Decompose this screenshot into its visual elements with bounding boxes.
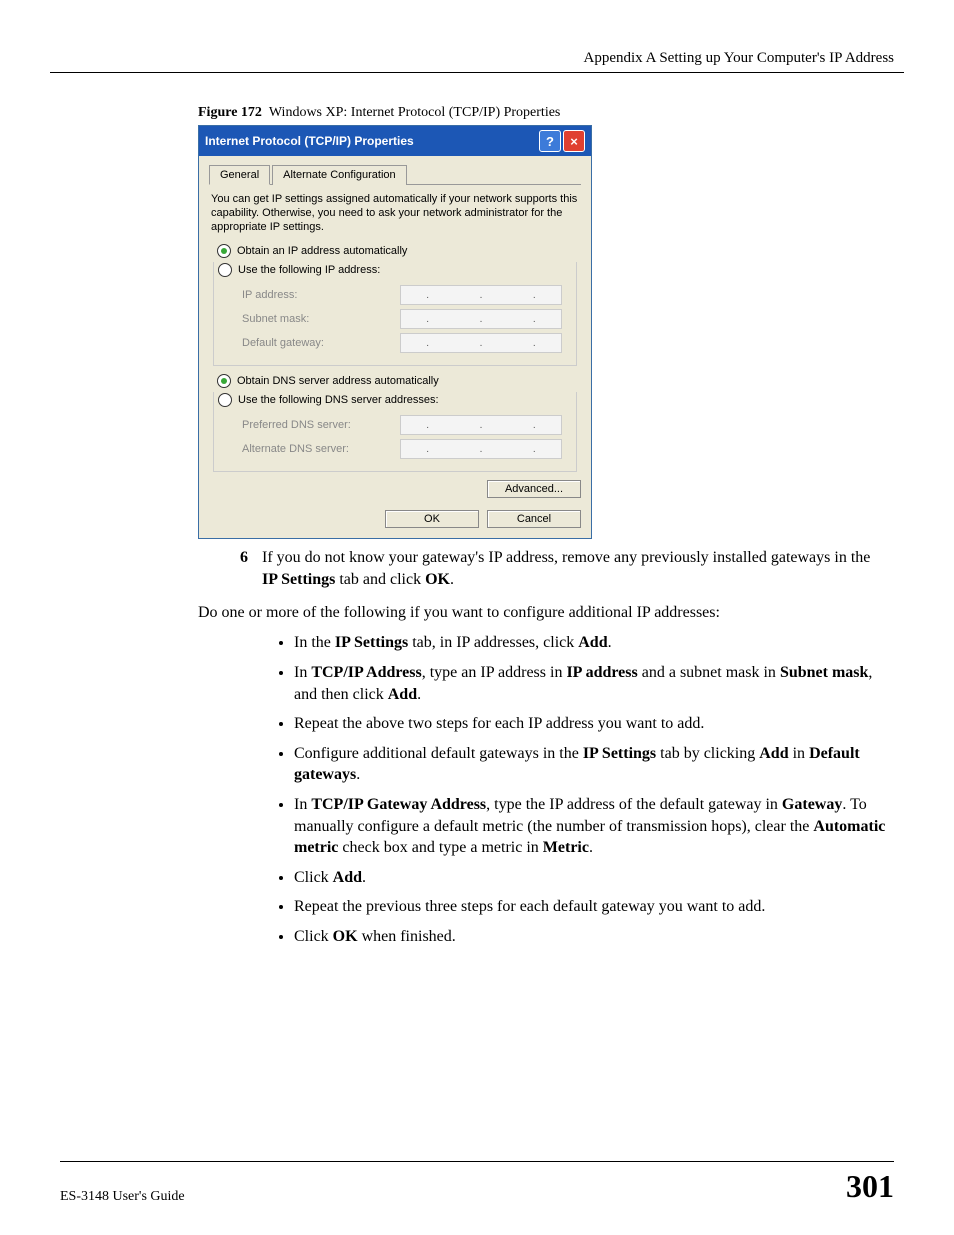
radio-obtain-dns-auto[interactable]: Obtain DNS server address automatically (217, 374, 581, 388)
dns-manual-group: Use the following DNS server addresses: … (213, 392, 577, 472)
list-item: Repeat the previous three steps for each… (294, 896, 894, 918)
step-6: 6 If you do not know your gateway's IP a… (220, 547, 894, 590)
radio-label: Use the following DNS server addresses: (238, 394, 439, 406)
dialog-explanation: You can get IP settings assigned automat… (211, 193, 579, 234)
field-label: Subnet mask: (242, 313, 309, 325)
radio-label: Obtain DNS server address automatically (237, 375, 439, 387)
list-item: In TCP/IP Address, type an IP address in… (294, 662, 894, 705)
radio-label: Obtain an IP address automatically (237, 245, 407, 257)
list-item: In TCP/IP Gateway Address, type the IP a… (294, 794, 894, 859)
header-rule (50, 72, 904, 73)
field-ip-address: IP address: ... (242, 285, 562, 305)
tab-general[interactable]: General (209, 165, 270, 185)
ip-manual-group: Use the following IP address: IP address… (213, 262, 577, 366)
bullet-list: In the IP Settings tab, in IP addresses,… (270, 632, 894, 947)
step-text: If you do not know your gateway's IP add… (262, 547, 882, 590)
field-label: Default gateway: (242, 337, 324, 349)
page-header: Appendix A Setting up Your Computer's IP… (583, 50, 894, 67)
field-default-gateway: Default gateway: ... (242, 333, 562, 353)
body-paragraph: Do one or more of the following if you w… (198, 604, 878, 622)
field-subnet-mask: Subnet mask: ... (242, 309, 562, 329)
list-item: Click OK when finished. (294, 926, 894, 948)
tcpip-properties-dialog: Internet Protocol (TCP/IP) Properties ? … (198, 125, 592, 539)
advanced-button[interactable]: Advanced... (487, 480, 581, 498)
list-item: Repeat the above two steps for each IP a… (294, 713, 894, 735)
page-footer: ES-3148 User's Guide 301 (60, 1161, 894, 1205)
figure-title: Windows XP: Internet Protocol (TCP/IP) P… (269, 105, 560, 120)
default-gateway-input[interactable]: ... (400, 333, 562, 353)
dialog-titlebar: Internet Protocol (TCP/IP) Properties ? … (199, 126, 591, 156)
field-preferred-dns: Preferred DNS server: ... (242, 415, 562, 435)
radio-icon (218, 263, 232, 277)
field-label: Preferred DNS server: (242, 419, 351, 431)
dialog-tabs: General Alternate Configuration (209, 164, 581, 185)
field-label: Alternate DNS server: (242, 443, 349, 455)
radio-icon (218, 393, 232, 407)
tab-alternate-configuration[interactable]: Alternate Configuration (272, 165, 407, 185)
dialog-title: Internet Protocol (TCP/IP) Properties (205, 134, 539, 148)
cancel-button[interactable]: Cancel (487, 510, 581, 528)
field-alternate-dns: Alternate DNS server: ... (242, 439, 562, 459)
figure-label: Figure 172 (198, 105, 262, 120)
subnet-mask-input[interactable]: ... (400, 309, 562, 329)
ok-button[interactable]: OK (385, 510, 479, 528)
footer-guide: ES-3148 User's Guide (60, 1189, 185, 1205)
radio-label: Use the following IP address: (238, 264, 380, 276)
list-item: Configure additional default gateways in… (294, 743, 894, 786)
step-number: 6 (220, 547, 248, 590)
list-item: Click Add. (294, 867, 894, 889)
radio-icon (217, 374, 231, 388)
close-icon[interactable]: × (563, 130, 585, 152)
help-icon[interactable]: ? (539, 130, 561, 152)
radio-icon (217, 244, 231, 258)
figure-caption: Figure 172 Windows XP: Internet Protocol… (198, 105, 894, 121)
radio-use-following-dns[interactable]: Use the following DNS server addresses: (218, 393, 445, 407)
page-number: 301 (846, 1168, 894, 1205)
radio-use-following-ip[interactable]: Use the following IP address: (218, 263, 386, 277)
field-label: IP address: (242, 289, 297, 301)
radio-obtain-ip-auto[interactable]: Obtain an IP address automatically (217, 244, 581, 258)
list-item: In the IP Settings tab, in IP addresses,… (294, 632, 894, 654)
alternate-dns-input[interactable]: ... (400, 439, 562, 459)
preferred-dns-input[interactable]: ... (400, 415, 562, 435)
ip-address-input[interactable]: ... (400, 285, 562, 305)
